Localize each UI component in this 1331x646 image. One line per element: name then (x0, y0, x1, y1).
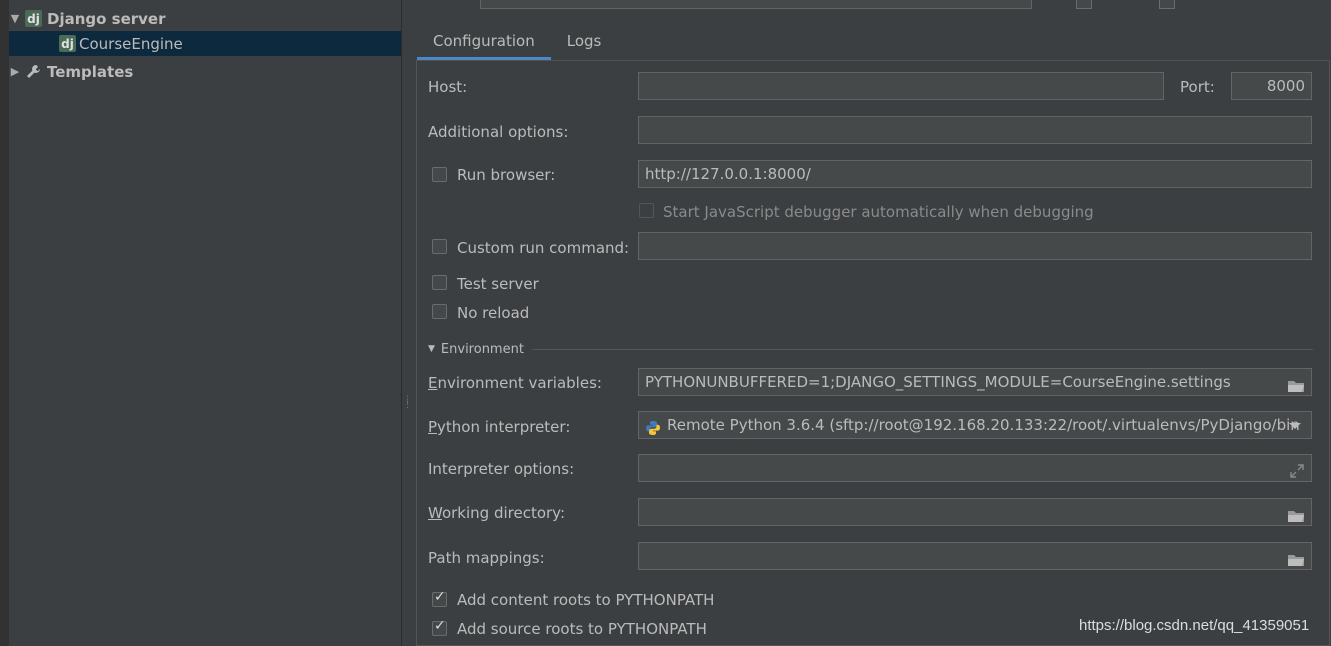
tree-gutter (0, 0, 9, 646)
tree-item-label: Django server (47, 9, 166, 28)
additional-options-label: Additional options: (428, 123, 569, 141)
share-checkbox[interactable] (1076, 0, 1092, 9)
python-interpreter-label: Python interpreter: (428, 418, 570, 436)
python-icon (645, 418, 661, 435)
expand-icon[interactable] (1289, 461, 1305, 478)
working-directory-label: Working directory: (428, 504, 565, 522)
section-divider (531, 348, 1313, 350)
source-roots-checkbox[interactable]: ✓ (432, 618, 447, 636)
no-reload-checkbox[interactable] (432, 304, 447, 319)
collapse-triangle-icon[interactable]: ▼ (428, 344, 435, 354)
additional-options-input[interactable] (638, 116, 1312, 144)
checkmark-icon: ✓ (434, 589, 446, 605)
tree-item-django-server[interactable]: ▼ dj Django server (9, 6, 401, 31)
no-reload-label: No reload (457, 304, 530, 322)
port-input[interactable]: 8000 (1231, 72, 1312, 100)
label-rest: orking directory: (441, 504, 566, 522)
environment-section-title: Environment (440, 341, 524, 357)
port-label: Port: (1180, 78, 1215, 96)
test-server-checkbox[interactable] (432, 275, 447, 290)
js-debugger-checkbox (639, 203, 654, 218)
configuration-panel: Host: Port: 8000 Additional options: Run… (416, 60, 1330, 646)
host-input[interactable] (638, 72, 1164, 100)
tree-item-course-engine[interactable]: dj CourseEngine (9, 31, 401, 56)
mnemonic-letter: W (428, 504, 442, 522)
django-icon: dj (25, 10, 42, 27)
custom-run-command-input[interactable] (638, 232, 1312, 260)
checkmark-icon: ✓ (434, 618, 446, 634)
env-vars-input[interactable]: PYTHONUNBUFFERED=1;DJANGO_SETTINGS_MODUL… (638, 368, 1312, 396)
single-instance-checkbox[interactable] (1159, 0, 1175, 9)
folder-icon[interactable] (1287, 505, 1305, 522)
tab-configuration[interactable]: Configuration (417, 27, 551, 60)
label-rest: nvironment variables: (437, 374, 602, 392)
chevron-down-icon[interactable] (1289, 423, 1301, 429)
mnemonic-letter: P (428, 418, 438, 436)
collapsed-arrow-icon[interactable]: ▶ (9, 65, 21, 78)
folder-icon[interactable] (1287, 375, 1305, 392)
tree-item-templates[interactable]: ▶ Templates (9, 59, 401, 84)
tree-item-label: Templates (47, 62, 134, 81)
wrench-icon (25, 63, 42, 80)
tree-item-label: CourseEngine (79, 34, 183, 53)
django-icon: dj (59, 35, 76, 52)
content-roots-checkbox[interactable]: ✓ (432, 589, 447, 607)
path-mappings-label: Path mappings: (428, 549, 545, 567)
test-server-label: Test server (457, 275, 539, 293)
custom-run-command-checkbox[interactable] (432, 239, 447, 254)
path-mappings-input[interactable] (638, 542, 1312, 570)
run-browser-label: Run browser: (457, 166, 556, 184)
expand-arrow-icon[interactable]: ▼ (9, 12, 21, 25)
source-roots-label: Add source roots to PYTHONPATH (457, 620, 707, 638)
interpreter-options-input[interactable] (638, 454, 1312, 482)
name-field[interactable] (480, 0, 1032, 9)
custom-run-command-label: Custom run command: (457, 239, 630, 257)
env-vars-value: PYTHONUNBUFFERED=1;DJANGO_SETTINGS_MODUL… (645, 373, 1231, 391)
python-interpreter-select[interactable]: Remote Python 3.6.4 (sftp://root@192.168… (638, 411, 1312, 439)
folder-icon[interactable] (1287, 549, 1305, 566)
env-vars-label: Environment variables: (428, 374, 602, 392)
host-label: Host: (428, 78, 468, 96)
python-interpreter-value: Remote Python 3.6.4 (sftp://root@192.168… (667, 416, 1300, 434)
working-directory-input[interactable] (638, 498, 1312, 526)
splitter-handle[interactable]: ⋮ ⋮ (403, 396, 412, 418)
run-browser-url-input[interactable]: http://127.0.0.1:8000/ (638, 160, 1312, 188)
js-debugger-label: Start JavaScript debugger automatically … (663, 203, 1094, 221)
tab-logs[interactable]: Logs (551, 27, 618, 60)
environment-section-header[interactable]: ▼ Environment (428, 340, 1313, 358)
run-browser-checkbox[interactable] (432, 167, 447, 182)
run-config-tree: ▼ dj Django server dj CourseEngine ▶ Tem… (0, 0, 402, 646)
interpreter-options-label: Interpreter options: (428, 460, 575, 478)
watermark-text: https://blog.csdn.net/qq_41359051 (1079, 617, 1310, 634)
tab-bar: Configuration Logs (417, 27, 617, 60)
content-roots-label: Add content roots to PYTHONPATH (457, 591, 715, 609)
config-editor: Configuration Logs Host: Port: 8000 Addi… (408, 0, 1331, 646)
label-rest: ython interpreter: (437, 418, 571, 436)
